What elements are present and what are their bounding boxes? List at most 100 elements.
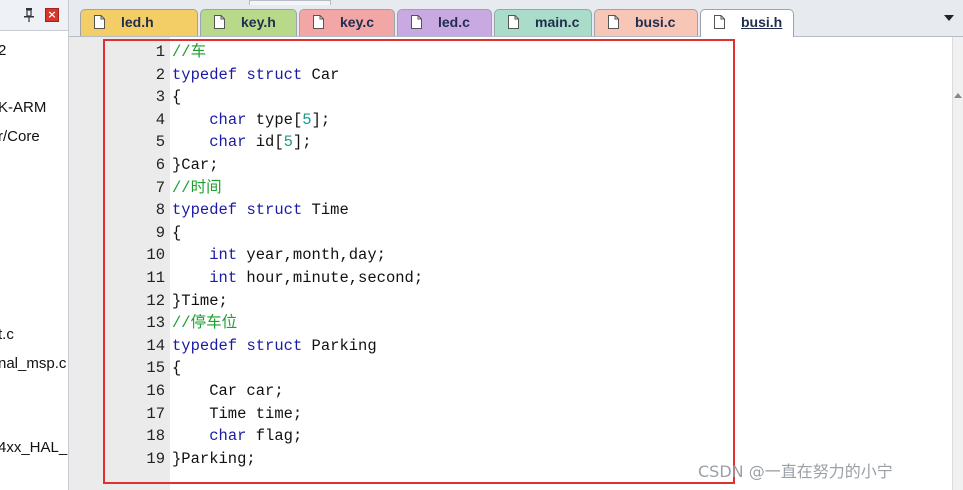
code-text: //时间 [172,177,222,199]
document-icon [214,15,225,29]
document-icon [411,15,422,29]
code-text: int hour,minute,second; [172,267,423,289]
tab-label: key.h [241,14,276,30]
code-text: char type[5]; [172,109,330,131]
close-icon[interactable]: × [45,8,59,22]
tab-led-c[interactable]: led.c [397,9,492,36]
code-text: char flag; [172,425,302,447]
code-text: typedef struct Time [172,199,349,221]
line-number: 13 [146,314,165,333]
keyword-token: int [209,246,238,265]
code-text: { [172,222,181,244]
line-number: 11 [146,269,165,287]
keyword-token: typedef [172,336,238,355]
code-text: typedef struct Car [172,64,339,86]
keyword-token: struct [246,65,303,84]
code-token: ]; [292,133,312,152]
document-icon [94,15,105,29]
code-token: Time [302,201,349,220]
line-number: 12 [146,291,165,310]
line-number: 16 [146,382,165,400]
code-token: }Car; [172,156,219,174]
code-token: }Parking; [172,449,256,468]
tab-list-dropdown-icon[interactable] [943,13,955,23]
project-tree-item[interactable]: r/Core [0,127,40,147]
code-token: type[ [246,110,303,129]
keyword-token: typedef [172,65,238,84]
line-number: 5 [155,133,165,152]
number-token: 5 [302,110,312,129]
code-editor[interactable]: 1//车 2 typedef struct Car 3{4 char type[5];… [69,37,953,490]
code-token: Car [302,65,340,84]
line-number: 4 [155,110,165,129]
code-token: { [172,359,182,378]
project-tree-item[interactable]: nal_msp.c [0,354,66,374]
tab-main-c[interactable]: main.c [494,9,592,36]
tab-label: key.c [340,14,374,30]
pin-icon[interactable] [24,8,34,22]
line-number: 19 [146,449,165,468]
line-number: 18 [146,427,165,446]
comment-token: //车 [172,43,207,61]
keyword-token: char [209,427,247,446]
tab-label: main.c [535,14,580,30]
comment-token: //停车位 [172,314,238,333]
code-token: { [172,88,182,107]
line-number: 15 [146,359,165,378]
code-token: year,month,day; [237,246,386,265]
tab-busi-h[interactable]: busi.h [700,9,794,37]
tab-key-c[interactable]: key.c [299,9,395,36]
tab-busi-c[interactable]: busi.c [594,9,698,36]
keyword-token: char [209,110,247,129]
editor-tab-bar: led.h key.h key.c led.c main.c busi.c busi.h [69,0,963,37]
tab-label: busi.h [741,14,783,30]
tabbar-top-edge [249,0,331,5]
line-number: 7 [155,178,165,197]
keyword-token: int [209,269,238,287]
tab-led-h[interactable]: led.h [80,9,198,36]
line-number: 2 [155,65,165,84]
line-number: 1 [155,43,165,61]
project-tree-item[interactable]: K-ARM [0,98,46,118]
keyword-token: typedef [172,201,238,220]
code-token: { [172,223,182,242]
code-text: { [172,86,181,108]
code-token: Time time; [172,404,303,423]
code-token: ]; [311,110,331,129]
code-token: flag; [246,427,303,446]
scroll-up-arrow-icon[interactable] [954,92,962,100]
line-number: 17 [146,404,165,423]
code-token: }Time; [172,291,228,310]
code-text: typedef struct Parking [172,335,377,357]
code-text: }Car; [172,154,219,176]
tab-key-h[interactable]: key.h [200,9,297,36]
project-tree-item[interactable]: t.c [0,325,14,345]
code-text: //车 [172,41,206,63]
document-icon [714,15,725,29]
line-number: 14 [146,336,165,355]
tab-label: busi.c [635,14,676,30]
code-text: Time time; [172,403,302,425]
comment-token: //时间 [172,178,222,197]
code-text: }Time; [172,290,228,312]
tab-label: led.h [121,14,154,30]
code-token: id[ [246,133,284,152]
project-tree-item[interactable]: 2 [0,41,6,61]
project-tree-item[interactable]: 4xx_HAL_ [0,438,67,458]
line-number: 6 [155,156,165,174]
number-token: 5 [283,133,293,152]
vertical-scrollbar[interactable] [952,37,963,490]
code-text: //停车位 [172,312,237,334]
line-number: 10 [146,246,165,265]
keyword-token: struct [246,201,303,220]
tab-label: led.c [438,14,470,30]
code-text: }Parking; [172,448,256,470]
document-icon [313,15,324,29]
code-text: { [172,357,181,379]
csdn-watermark: CSDN @一直在努力的小宁 [698,462,893,481]
code-token: hour,minute,second; [237,269,424,287]
